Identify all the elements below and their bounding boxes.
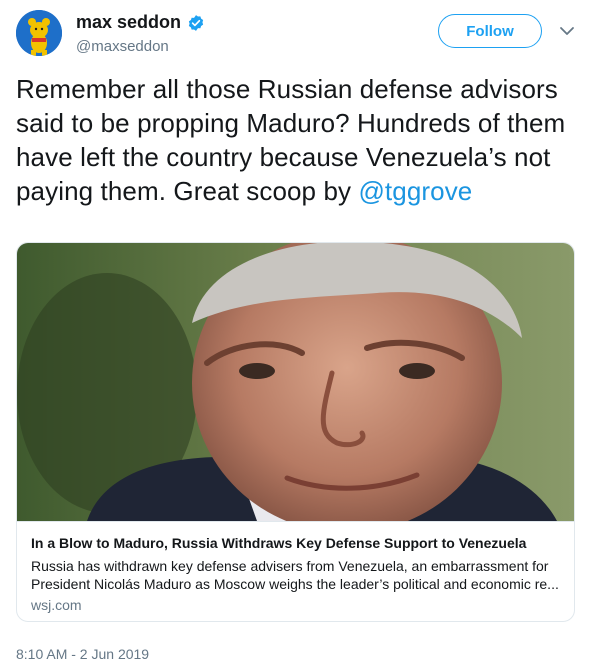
- tweet-text: Remember all those Russian defense advis…: [16, 72, 586, 208]
- card-domain: wsj.com: [31, 597, 82, 613]
- card-description: Russia has withdrawn key defense adviser…: [31, 558, 559, 592]
- tweet-header: max seddon @maxseddon Follow: [0, 0, 603, 64]
- card-photo-image: [17, 243, 574, 521]
- card-meta: In a Blow to Maduro, Russia Withdraws Ke…: [17, 521, 574, 621]
- avatar-bear-icon: [16, 10, 62, 56]
- card-title[interactable]: In a Blow to Maduro, Russia Withdraws Ke…: [31, 535, 562, 551]
- mention-link[interactable]: @tggrove: [358, 176, 472, 206]
- link-card[interactable]: In a Blow to Maduro, Russia Withdraws Ke…: [16, 242, 575, 622]
- chevron-down-icon[interactable]: [558, 22, 576, 40]
- user-handle[interactable]: @maxseddon: [76, 38, 169, 55]
- follow-button[interactable]: Follow: [438, 14, 542, 48]
- verified-badge-icon: [188, 14, 204, 31]
- avatar[interactable]: [16, 10, 62, 56]
- tweet-timestamp[interactable]: 8:10 AM - 2 Jun 2019: [16, 646, 149, 662]
- tweet-body: Remember all those Russian defense advis…: [16, 74, 566, 206]
- display-name[interactable]: max seddon: [76, 12, 181, 33]
- name-row: max seddon: [76, 12, 205, 33]
